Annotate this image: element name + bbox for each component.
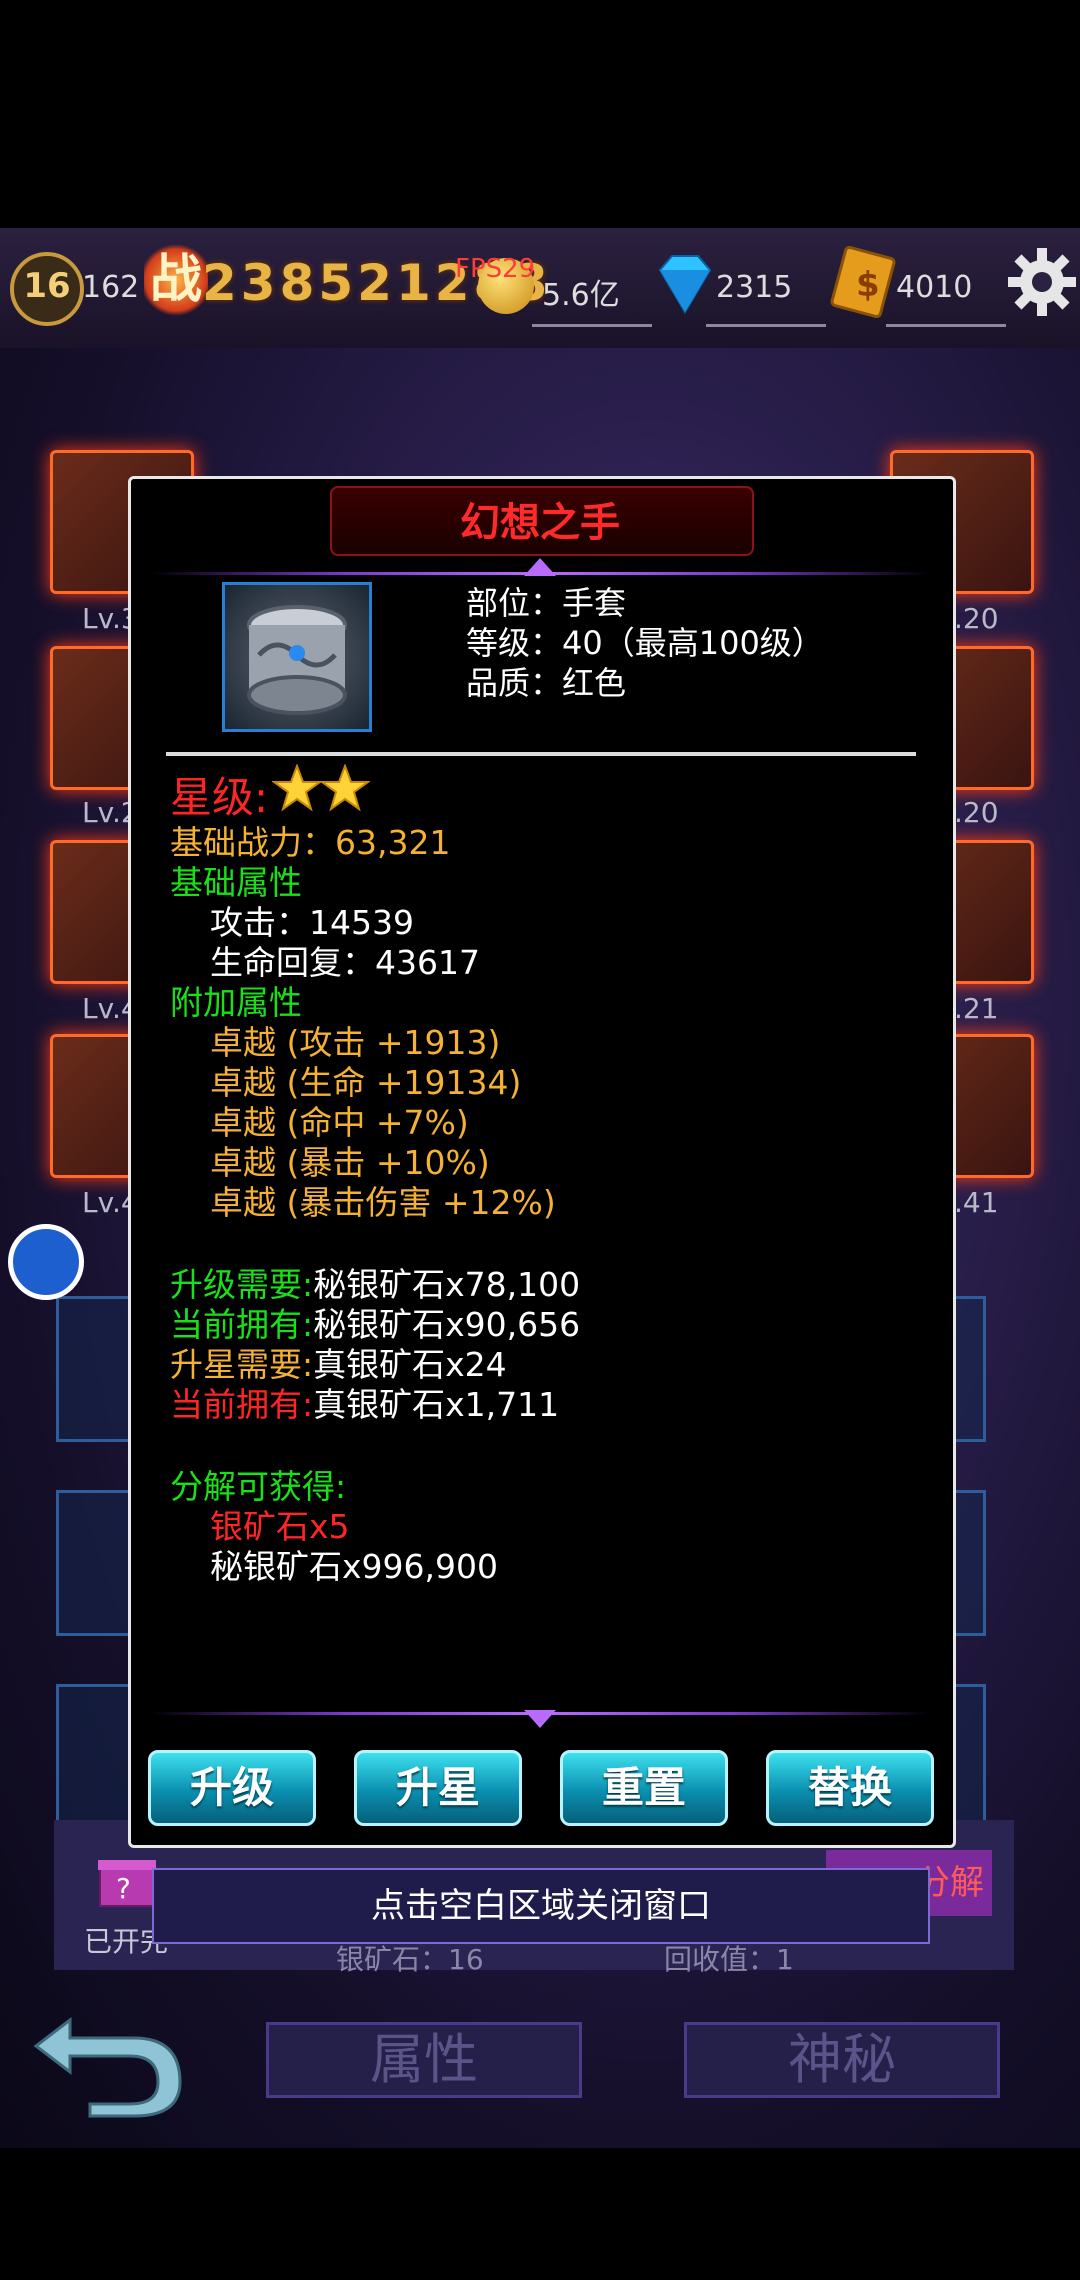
resource-count: 162 — [82, 270, 140, 305]
reset-button[interactable]: 重置 — [560, 1750, 728, 1826]
decompose-item: 秘银矿石x996,900 — [210, 1547, 498, 1586]
diamond-amount: 2315 — [716, 270, 793, 305]
equip-slot-level: .41 — [954, 1186, 999, 1219]
card-underline — [886, 324, 1006, 327]
svg-text:?: ? — [116, 1872, 131, 1905]
player-level-badge[interactable]: 16 — [10, 252, 84, 326]
equip-slot-level: .20 — [954, 796, 999, 829]
back-arrow-icon[interactable] — [30, 2000, 190, 2120]
gift-box-icon[interactable]: ? — [96, 1848, 158, 1910]
diamond-underline — [706, 324, 826, 327]
star-icon — [272, 764, 322, 812]
settings-gear-icon[interactable] — [1006, 246, 1078, 318]
owned-truesilver-row: 当前拥有:真银矿石x1,711 — [170, 1378, 559, 1426]
battle-power-icon: 战 — [144, 240, 208, 320]
header-arrow-icon — [524, 558, 556, 576]
item-quality-info: 品质：红色 — [466, 664, 627, 702]
recycle-value-label: 回收值：1 — [664, 1943, 794, 1976]
assistant-bubble-icon[interactable] — [8, 1224, 84, 1300]
gauntlet-icon — [247, 605, 347, 715]
item-title: 幻想之手 — [460, 500, 620, 546]
ore-count-label: 银矿石：16 — [336, 1943, 484, 1976]
card-amount: 4010 — [896, 270, 973, 305]
tab-attributes[interactable]: 属性 — [266, 2022, 582, 2098]
diamond-icon — [658, 255, 712, 314]
requirement-value: 真银矿石x1,711 — [313, 1385, 560, 1424]
money-card-icon: $ — [830, 246, 896, 318]
fps-counter: FPS29 — [455, 254, 536, 284]
item-icon-frame — [222, 582, 372, 732]
requirement-label: 当前拥有: — [170, 1385, 314, 1424]
section-divider — [166, 752, 916, 756]
extra-attr-item: 卓越 (暴击伤害 +12%) — [210, 1183, 556, 1222]
footer-arrow-icon — [524, 1710, 556, 1728]
star-up-button[interactable]: 升星 — [354, 1750, 522, 1826]
svg-text:$: $ — [856, 265, 880, 305]
tab-mystery[interactable]: 神秘 — [684, 2022, 1000, 2098]
gold-underline — [532, 324, 652, 327]
equip-slot-level: .20 — [954, 602, 999, 635]
upgrade-button[interactable]: 升级 — [148, 1750, 316, 1826]
star-icon — [320, 764, 370, 812]
gold-amount: 5.6亿 — [542, 278, 620, 313]
replace-button[interactable]: 替换 — [766, 1750, 934, 1826]
equip-slot-level: .21 — [954, 992, 999, 1025]
close-window-tip[interactable]: 点击空白区域关闭窗口 — [152, 1868, 930, 1944]
